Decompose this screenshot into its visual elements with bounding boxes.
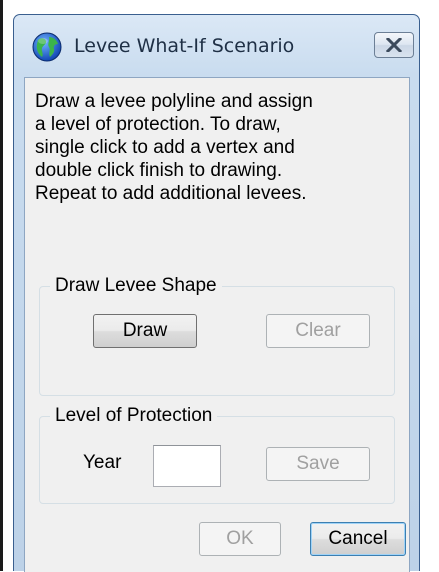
draw-group-legend: Draw Levee Shape <box>50 275 222 297</box>
ok-button[interactable]: OK <box>199 522 281 556</box>
cancel-button[interactable]: Cancel <box>310 522 406 556</box>
title-bar[interactable]: Levee What-If Scenario <box>14 15 419 79</box>
level-of-protection-group: Level of Protection Year Save <box>39 405 395 504</box>
draw-levee-shape-group: Draw Levee Shape Draw Clear <box>39 275 395 396</box>
background-edge <box>0 0 3 571</box>
instructions-text: Draw a levee polyline and assign a level… <box>35 91 313 204</box>
save-button[interactable]: Save <box>266 447 370 481</box>
globe-icon <box>32 32 62 62</box>
dialog-client-area: Draw a levee polyline and assign a level… <box>24 77 410 572</box>
year-input[interactable] <box>153 445 221 487</box>
clear-button[interactable]: Clear <box>266 314 370 348</box>
dialog-window: Levee What-If Scenario Draw a levee poly… <box>13 14 420 572</box>
draw-button[interactable]: Draw <box>93 314 197 348</box>
year-label: Year <box>83 452 122 473</box>
close-button[interactable] <box>374 32 414 58</box>
window-title: Levee What-If Scenario <box>74 35 295 57</box>
protection-group-legend: Level of Protection <box>50 405 218 427</box>
